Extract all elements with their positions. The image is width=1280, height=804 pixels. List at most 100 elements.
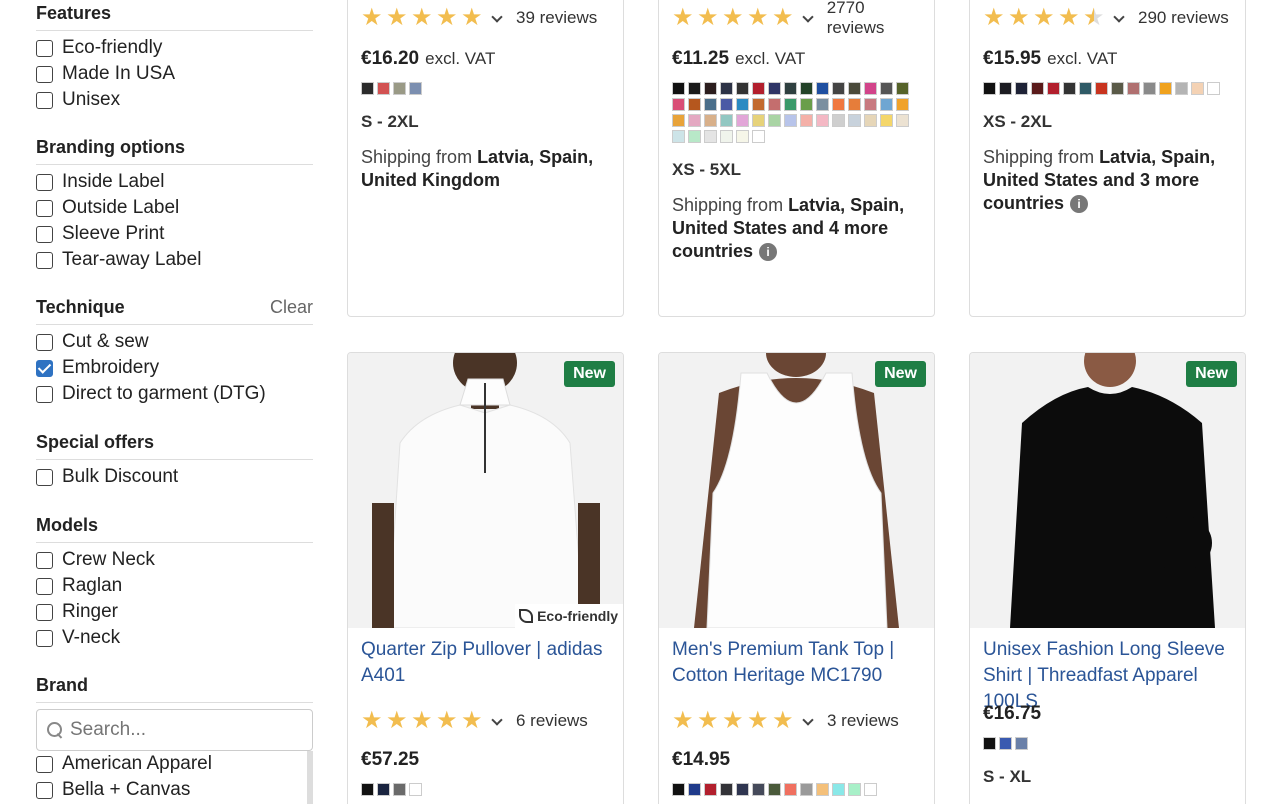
color-swatch[interactable] bbox=[864, 783, 877, 796]
color-swatch[interactable] bbox=[1015, 82, 1028, 95]
color-swatch[interactable] bbox=[896, 82, 909, 95]
color-swatch[interactable] bbox=[1159, 82, 1172, 95]
color-swatch[interactable] bbox=[768, 783, 781, 796]
reviews-count[interactable]: 3 reviews bbox=[827, 711, 899, 731]
rating-row[interactable]: ★ ★ ★ ★ ★ 2770 reviews bbox=[672, 0, 924, 37]
color-swatch[interactable] bbox=[377, 783, 390, 796]
color-swatch[interactable] bbox=[1175, 82, 1188, 95]
rating-row[interactable]: ★ ★ ★ ★ ★ 6 reviews bbox=[361, 709, 613, 733]
filter-option-v-neck[interactable]: V-neck bbox=[36, 625, 313, 651]
rating-row[interactable]: ★ ★ ★ ★ ★ 3 reviews bbox=[672, 709, 924, 733]
filter-option-raglan[interactable]: Raglan bbox=[36, 573, 313, 599]
color-swatch[interactable] bbox=[361, 783, 374, 796]
color-swatch[interactable] bbox=[752, 82, 765, 95]
chevron-down-icon[interactable] bbox=[803, 716, 813, 726]
color-swatch[interactable] bbox=[1127, 82, 1140, 95]
filter-option-tear-away-label[interactable]: Tear-away Label bbox=[36, 247, 313, 273]
product-card[interactable]: New Unisex Fashion Long Sleeve Shirt | Th… bbox=[969, 352, 1246, 804]
color-swatch[interactable] bbox=[672, 783, 685, 796]
brand-list-scrollbar[interactable] bbox=[307, 751, 313, 804]
color-swatch[interactable] bbox=[999, 82, 1012, 95]
chevron-down-icon[interactable] bbox=[803, 13, 813, 23]
checkbox[interactable] bbox=[36, 468, 53, 486]
product-image-wrap[interactable]: New Eco-friendly bbox=[348, 353, 623, 628]
color-swatch[interactable] bbox=[784, 98, 797, 111]
color-swatch[interactable] bbox=[688, 82, 701, 95]
color-swatch[interactable] bbox=[688, 130, 701, 143]
color-swatch[interactable] bbox=[688, 783, 701, 796]
color-swatch[interactable] bbox=[1063, 82, 1076, 95]
filter-option-direct-to-garment-dtg[interactable]: Direct to garment (DTG) bbox=[36, 381, 313, 407]
color-swatch[interactable] bbox=[1047, 82, 1060, 95]
checkbox[interactable] bbox=[36, 173, 53, 191]
color-swatch[interactable] bbox=[704, 783, 717, 796]
color-swatch[interactable] bbox=[816, 98, 829, 111]
color-swatch[interactable] bbox=[896, 98, 909, 111]
color-swatch[interactable] bbox=[1079, 82, 1092, 95]
color-swatch[interactable] bbox=[361, 82, 374, 95]
reviews-count[interactable]: 290 reviews bbox=[1138, 8, 1229, 28]
product-card[interactable]: New Men's Premium Tank Top | Cotton Herit… bbox=[658, 352, 935, 804]
color-swatch[interactable] bbox=[720, 114, 733, 127]
info-icon[interactable]: i bbox=[1070, 195, 1089, 214]
rating-row[interactable]: ★ ★ ★ ★ ★ 290 reviews bbox=[983, 6, 1235, 30]
checkbox[interactable] bbox=[36, 781, 53, 799]
color-swatch[interactable] bbox=[768, 82, 781, 95]
chevron-down-icon[interactable] bbox=[492, 13, 502, 23]
filter-option-bulk-discount[interactable]: Bulk Discount bbox=[36, 464, 313, 490]
color-swatch[interactable] bbox=[393, 82, 406, 95]
product-image-wrap[interactable]: New bbox=[970, 353, 1245, 628]
checkbox[interactable] bbox=[36, 65, 53, 83]
brand-search-input[interactable] bbox=[70, 719, 290, 741]
color-swatch[interactable] bbox=[688, 114, 701, 127]
chevron-down-icon[interactable] bbox=[492, 716, 502, 726]
color-swatch[interactable] bbox=[736, 783, 749, 796]
color-swatch[interactable] bbox=[864, 114, 877, 127]
filter-option-sleeve-print[interactable]: Sleeve Print bbox=[36, 221, 313, 247]
checkbox[interactable] bbox=[36, 551, 53, 569]
color-swatch[interactable] bbox=[704, 130, 717, 143]
checkbox[interactable] bbox=[36, 359, 53, 377]
color-swatch[interactable] bbox=[983, 737, 996, 750]
color-swatch[interactable] bbox=[1191, 82, 1204, 95]
color-swatch[interactable] bbox=[736, 114, 749, 127]
color-swatch[interactable] bbox=[816, 82, 829, 95]
color-swatch[interactable] bbox=[784, 783, 797, 796]
color-swatch[interactable] bbox=[864, 98, 877, 111]
product-card[interactable]: ★ ★ ★ ★ ★ 2770 reviews €11.25 excl. VAT XS - 5XL… bbox=[658, 0, 935, 317]
color-swatch[interactable] bbox=[704, 82, 717, 95]
color-swatch[interactable] bbox=[1207, 82, 1220, 95]
color-swatch[interactable] bbox=[800, 98, 813, 111]
color-swatch[interactable] bbox=[752, 98, 765, 111]
color-swatch[interactable] bbox=[848, 82, 861, 95]
color-swatch[interactable] bbox=[784, 114, 797, 127]
filter-option-ringer[interactable]: Ringer bbox=[36, 599, 313, 625]
color-swatch[interactable] bbox=[409, 82, 422, 95]
product-card[interactable]: ★ ★ ★ ★ ★ 290 reviews €15.95 excl. VAT XS - 2XL S… bbox=[969, 0, 1246, 317]
filter-option-made-in-usa[interactable]: Made In USA bbox=[36, 61, 313, 87]
product-title-link[interactable]: Quarter Zip Pullover | adidas A401 bbox=[361, 637, 613, 689]
color-swatch[interactable] bbox=[880, 114, 893, 127]
color-swatch[interactable] bbox=[832, 783, 845, 796]
color-swatch[interactable] bbox=[752, 130, 765, 143]
filter-option-unisex[interactable]: Unisex bbox=[36, 87, 313, 113]
color-swatch[interactable] bbox=[880, 98, 893, 111]
color-swatch[interactable] bbox=[672, 98, 685, 111]
color-swatch[interactable] bbox=[1095, 82, 1108, 95]
color-swatch[interactable] bbox=[832, 114, 845, 127]
filter-option-crew-neck[interactable]: Crew Neck bbox=[36, 547, 313, 573]
filter-option-outside-label[interactable]: Outside Label bbox=[36, 195, 313, 221]
color-swatch[interactable] bbox=[768, 114, 781, 127]
color-swatch[interactable] bbox=[848, 114, 861, 127]
filter-option-bella-canvas[interactable]: Bella + Canvas bbox=[36, 777, 313, 803]
checkbox[interactable] bbox=[36, 333, 53, 351]
color-swatch[interactable] bbox=[816, 114, 829, 127]
color-swatch[interactable] bbox=[736, 82, 749, 95]
color-swatch[interactable] bbox=[768, 98, 781, 111]
color-swatch[interactable] bbox=[816, 783, 829, 796]
color-swatch[interactable] bbox=[672, 130, 685, 143]
reviews-count[interactable]: 39 reviews bbox=[516, 8, 597, 28]
color-swatch[interactable] bbox=[1015, 737, 1028, 750]
checkbox[interactable] bbox=[36, 755, 53, 773]
chevron-down-icon[interactable] bbox=[1114, 13, 1124, 23]
